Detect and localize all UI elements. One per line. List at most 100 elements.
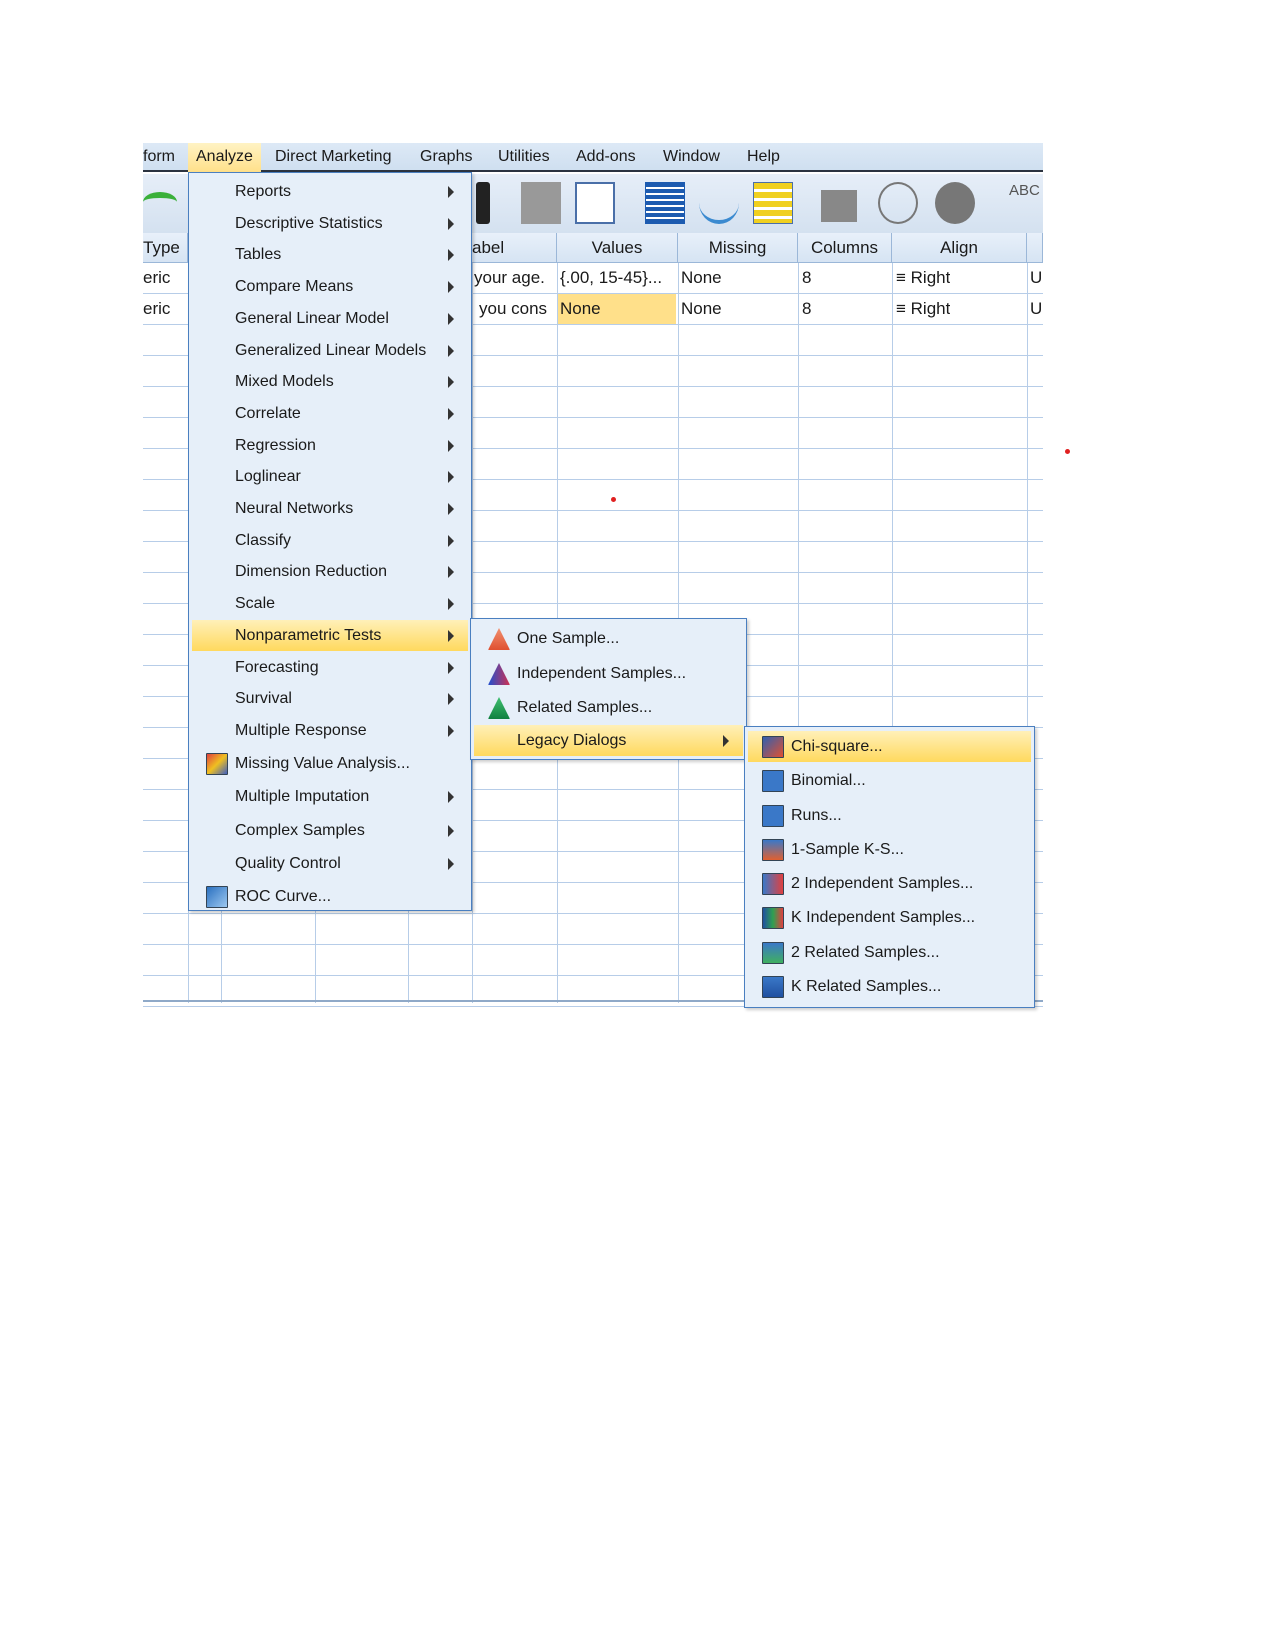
cell-columns[interactable]: 8 [802, 263, 811, 293]
nonparametric-submenu: One Sample... Independent Samples... Relat… [470, 618, 747, 760]
cell-values-selected[interactable]: None [558, 294, 676, 324]
menu-item-label: General Linear Model [235, 309, 389, 327]
menu-item-independent-samples[interactable]: Independent Samples... [474, 658, 743, 689]
cell-missing[interactable]: None [681, 294, 722, 324]
menu-item-1-sample-k-s[interactable]: 1-Sample K-S... [748, 834, 1031, 865]
cell-type[interactable]: eric [143, 263, 170, 293]
menu-item-label: Related Samples... [517, 699, 653, 716]
cell-measure[interactable]: U [1030, 294, 1042, 324]
menu-item-one-sample[interactable]: One Sample... [474, 623, 743, 654]
menu-item-legacy-dialogs[interactable]: Legacy Dialogs [474, 725, 743, 756]
menu-item-general-linear-model[interactable]: General Linear Model [192, 303, 468, 334]
use-sets-icon[interactable] [878, 182, 918, 224]
menu-window[interactable]: Window [663, 148, 720, 166]
menu-item-tables[interactable]: Tables [192, 239, 468, 270]
cell-align[interactable]: ≡ Right [896, 294, 950, 324]
submenu-arrow-icon [448, 566, 454, 579]
two-independent-samples-icon [762, 873, 784, 895]
menu-item-complex-samples[interactable]: Complex Samples [192, 815, 468, 846]
missing-value-analysis-icon [206, 753, 228, 776]
cell-columns[interactable]: 8 [802, 294, 811, 324]
goto-case-icon[interactable] [521, 182, 561, 224]
menu-item-2-related-samples[interactable]: 2 Related Samples... [748, 937, 1031, 968]
cell-measure[interactable]: U [1030, 263, 1042, 293]
menu-item-correlate[interactable]: Correlate [192, 398, 468, 429]
show-all-icon[interactable] [935, 182, 975, 224]
menu-item-nonparametric-tests[interactable]: Nonparametric Tests [192, 619, 468, 651]
cell-missing[interactable]: None [681, 263, 722, 293]
col-missing[interactable]: Missing [678, 233, 798, 263]
menu-item-label: Quality Control [235, 854, 341, 872]
chart-builder-icon[interactable] [575, 182, 615, 224]
menu-item-related-samples[interactable]: Related Samples... [474, 692, 743, 723]
cell-values[interactable]: {.00, 15-45}... [560, 263, 662, 293]
menu-item-neural-networks[interactable]: Neural Networks [192, 493, 468, 524]
menu-transform[interactable]: form [143, 148, 175, 166]
menu-graphs[interactable]: Graphs [420, 148, 472, 166]
weight-cases-icon[interactable] [699, 182, 739, 224]
analyze-menu: Reports Descriptive Statistics Tables Compa… [188, 172, 472, 911]
submenu-arrow-icon [448, 824, 454, 837]
submenu-arrow-icon [448, 281, 454, 294]
value-labels-icon[interactable] [821, 190, 857, 222]
find-icon[interactable] [476, 182, 490, 224]
col-label[interactable]: abel [472, 233, 557, 263]
split-file-icon[interactable] [645, 182, 685, 224]
col-values[interactable]: Values [557, 233, 678, 263]
menu-item-k-related-samples[interactable]: K Related Samples... [748, 971, 1031, 1002]
col-measure[interactable] [1027, 233, 1043, 263]
menu-item-2-independent-samples[interactable]: 2 Independent Samples... [748, 868, 1031, 899]
cell-label[interactable]: you cons [479, 294, 547, 324]
menu-item-quality-control[interactable]: Quality Control [192, 848, 468, 879]
cell-label[interactable]: your age. [474, 263, 545, 293]
menu-item-forecasting[interactable]: Forecasting [192, 652, 468, 683]
menu-item-roc-curve[interactable]: ROC Curve... [192, 881, 468, 912]
submenu-arrow-icon [448, 312, 454, 325]
menu-item-classify[interactable]: Classify [192, 525, 468, 556]
col-type[interactable]: Type [143, 233, 188, 263]
chi-square-icon [762, 736, 784, 758]
menu-item-label: One Sample... [517, 630, 620, 647]
one-sample-icon [488, 628, 510, 650]
menu-item-regression[interactable]: Regression [192, 430, 468, 461]
menu-item-k-independent-samples[interactable]: K Independent Samples... [748, 902, 1031, 933]
menu-item-runs[interactable]: Runs... [748, 800, 1031, 831]
menu-item-scale[interactable]: Scale [192, 588, 468, 619]
submenu-arrow-icon [448, 661, 454, 674]
runs-icon [762, 805, 784, 827]
cell-type[interactable]: eric [143, 294, 170, 324]
spell-check-icon[interactable]: ABC [1009, 182, 1043, 224]
menu-add-ons[interactable]: Add-ons [576, 148, 636, 166]
menu-direct-marketing[interactable]: Direct Marketing [275, 148, 391, 166]
submenu-arrow-icon [448, 407, 454, 420]
col-align[interactable]: Align [892, 233, 1027, 263]
submenu-arrow-icon [448, 471, 454, 484]
menu-item-missing-value-analysis[interactable]: Missing Value Analysis... [192, 748, 468, 779]
menu-item-dimension-reduction[interactable]: Dimension Reduction [192, 556, 468, 587]
menu-item-label: Loglinear [235, 468, 301, 486]
col-columns[interactable]: Columns [798, 233, 892, 263]
menu-item-descriptive-statistics[interactable]: Descriptive Statistics [192, 208, 468, 239]
menu-item-binomial[interactable]: Binomial... [748, 765, 1031, 796]
legacy-dialogs-submenu: Chi-square... Binomial... Runs... 1-Sample … [744, 726, 1035, 1008]
menu-item-label: Runs... [791, 807, 842, 824]
red-dot-mark [611, 497, 616, 502]
menu-help[interactable]: Help [747, 148, 780, 166]
menu-item-loglinear[interactable]: Loglinear [192, 461, 468, 492]
menu-item-survival[interactable]: Survival [192, 683, 468, 714]
menu-item-label: Neural Networks [235, 500, 354, 517]
menu-analyze[interactable]: Analyze [188, 143, 261, 172]
menu-item-compare-means[interactable]: Compare Means [192, 271, 468, 302]
cell-align[interactable]: ≡ Right [896, 263, 950, 293]
menu-item-label: Survival [235, 690, 292, 708]
menu-item-chi-square[interactable]: Chi-square... [748, 731, 1031, 762]
menu-utilities[interactable]: Utilities [498, 148, 550, 166]
menu-item-multiple-imputation[interactable]: Multiple Imputation [192, 781, 468, 812]
menu-item-label: Reports [235, 183, 292, 200]
menu-item-multiple-response[interactable]: Multiple Response [192, 715, 468, 746]
undo-icon[interactable] [143, 192, 177, 212]
menu-item-reports[interactable]: Reports [192, 176, 468, 207]
menu-item-mixed-models[interactable]: Mixed Models [192, 366, 468, 397]
select-cases-icon[interactable] [753, 182, 793, 224]
menu-item-generalized-linear-models[interactable]: Generalized Linear Models [192, 335, 468, 366]
